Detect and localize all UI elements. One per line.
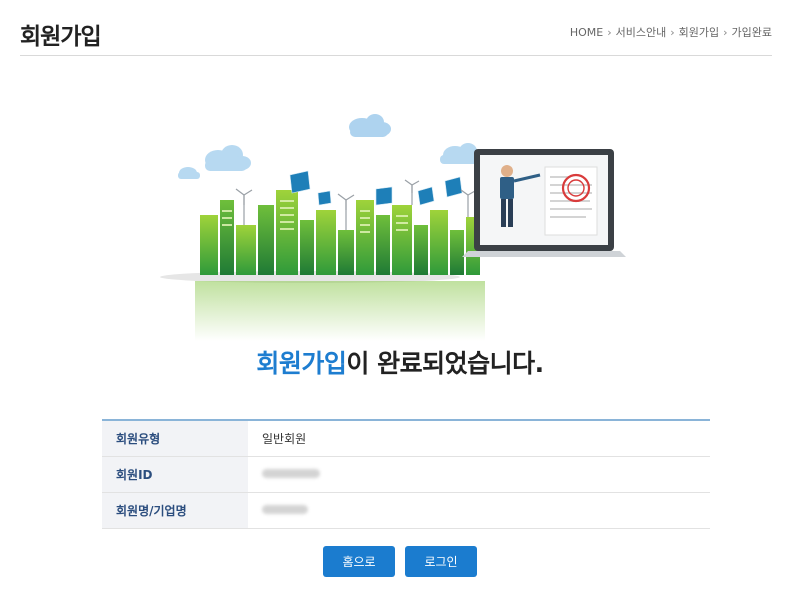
member-id-label: 회원ID [102, 456, 248, 492]
breadcrumb-signup[interactable]: 회원가입 [679, 24, 719, 40]
chevron-right-icon: › [670, 25, 675, 39]
breadcrumb-complete: 가입완료 [731, 26, 772, 39]
login-button[interactable]: 로그인 [405, 546, 477, 577]
table-row: 회원명/기업명 [102, 492, 710, 528]
member-name-label: 회원명/기업명 [102, 492, 248, 528]
table-row: 회원ID [102, 456, 710, 492]
action-buttons: 홈으로 로그인 [0, 546, 800, 577]
member-id-value [248, 456, 710, 492]
page-header: 회원가입 HOME › 서비스안내 › 회원가입 › 가입완료 [20, 0, 772, 56]
member-info-table: 회원유형 일반회원 회원ID 회원명/기업명 [102, 419, 710, 529]
home-button[interactable]: 홈으로 [323, 546, 395, 577]
breadcrumb-service[interactable]: 서비스안내 [616, 24, 667, 40]
breadcrumb: HOME › 서비스안내 › 회원가입 › 가입완료 [570, 24, 772, 40]
redacted-member-name [262, 505, 308, 514]
member-type-label: 회원유형 [102, 420, 248, 456]
redacted-member-id [262, 469, 320, 478]
signup-complete-message: 회원가입이 완료되었습니다. [0, 344, 800, 380]
message-accent: 회원가입 [256, 349, 347, 378]
breadcrumb-home[interactable]: HOME [570, 26, 603, 39]
chevron-right-icon: › [723, 25, 728, 39]
table-row: 회원유형 일반회원 [102, 420, 710, 456]
member-name-value [248, 492, 710, 528]
green-city-illustration [160, 114, 626, 341]
cloud-icon [349, 114, 391, 137]
message-rest: 이 완료되었습니다. [346, 349, 544, 378]
chevron-right-icon: › [607, 25, 612, 39]
member-type-value: 일반회원 [262, 431, 307, 446]
page-title: 회원가입 [20, 24, 102, 50]
laptop-icon [462, 149, 626, 257]
